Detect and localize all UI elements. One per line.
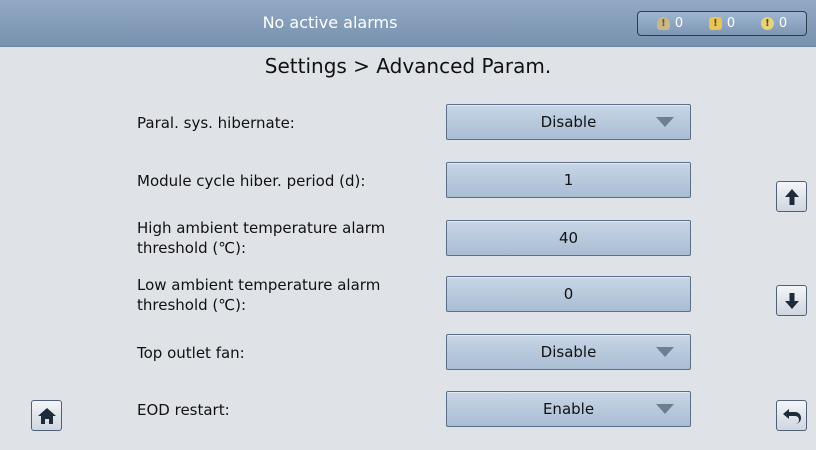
eod-restart-dropdown[interactable]: Enable bbox=[446, 391, 691, 427]
thermometer-alarm-icon: ! bbox=[656, 17, 670, 30]
major-alarm-count: 0 bbox=[726, 16, 736, 31]
alarm-status-text: No active alarms bbox=[262, 13, 398, 32]
param-label-low-ambient-temp-threshold: Low ambient temperature alarm threshold … bbox=[137, 276, 381, 314]
square-alarm-icon: ! bbox=[708, 17, 722, 30]
module-cycle-hiber-period-input[interactable]: 1 bbox=[446, 162, 691, 198]
eod-restart-value: Enable bbox=[542, 400, 595, 418]
critical-alarm-count: 0 bbox=[778, 16, 788, 31]
param-label-high-ambient-temp-threshold: High ambient temperature alarm threshold… bbox=[137, 219, 386, 257]
high-ambient-temp-threshold-value: 40 bbox=[558, 229, 579, 247]
dropdown-caret-icon bbox=[656, 347, 674, 357]
paral-sys-hibernate-dropdown[interactable]: Disable bbox=[446, 104, 691, 140]
dropdown-caret-icon bbox=[656, 117, 674, 127]
back-button[interactable] bbox=[776, 400, 807, 431]
high-ambient-temp-threshold-input[interactable]: 40 bbox=[446, 220, 691, 256]
page-title: Settings > Advanced Param. bbox=[264, 54, 552, 78]
low-ambient-temp-threshold-input[interactable]: 0 bbox=[446, 276, 691, 312]
top-outlet-fan-value: Disable bbox=[540, 343, 597, 361]
scroll-down-button[interactable] bbox=[776, 285, 807, 316]
param-label-paral-sys-hibernate: Paral. sys. hibernate: bbox=[137, 114, 295, 132]
status-bar: No active alarms ! 0 ! 0 ! 0 bbox=[0, 0, 816, 47]
top-outlet-fan-dropdown[interactable]: Disable bbox=[446, 334, 691, 370]
module-cycle-hiber-period-value: 1 bbox=[563, 171, 574, 189]
circle-alarm-icon: ! bbox=[760, 17, 774, 30]
minor-alarm-count: 0 bbox=[674, 16, 684, 31]
scroll-up-button[interactable] bbox=[776, 181, 807, 212]
low-ambient-temp-threshold-value: 0 bbox=[563, 285, 574, 303]
critical-alarm-counter[interactable]: ! 0 bbox=[760, 16, 788, 31]
major-alarm-counter[interactable]: ! 0 bbox=[708, 16, 736, 31]
alarm-counter-panel[interactable]: ! 0 ! 0 ! 0 bbox=[637, 11, 807, 36]
arrow-up-icon bbox=[784, 188, 799, 205]
paral-sys-hibernate-value: Disable bbox=[540, 113, 597, 131]
param-label-eod-restart: EOD restart: bbox=[137, 401, 230, 419]
arrow-down-icon bbox=[784, 292, 799, 309]
back-arrow-icon bbox=[782, 408, 801, 424]
param-label-top-outlet-fan: Top outlet fan: bbox=[137, 344, 245, 362]
minor-alarm-counter[interactable]: ! 0 bbox=[656, 16, 684, 31]
dropdown-caret-icon bbox=[656, 404, 674, 414]
param-label-module-cycle-hiber-period: Module cycle hiber. period (d): bbox=[137, 172, 366, 190]
home-icon bbox=[37, 407, 56, 424]
home-button[interactable] bbox=[31, 400, 62, 431]
